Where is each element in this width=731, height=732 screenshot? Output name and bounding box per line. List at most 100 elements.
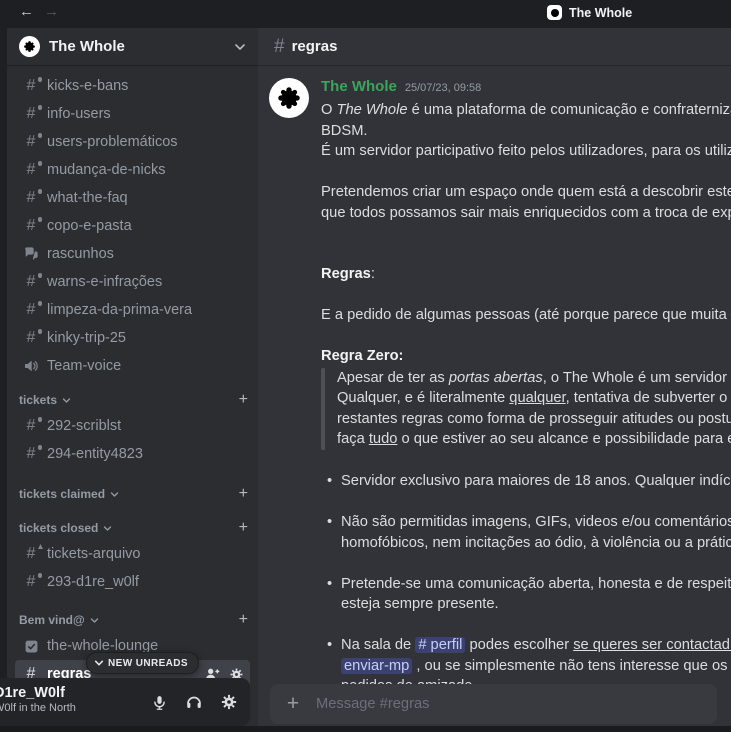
- channel-item-what-the-faq[interactable]: #what-the-faq: [15, 184, 250, 212]
- mention-chip[interactable]: # perfil: [415, 637, 465, 653]
- hash-dot-icon: #: [21, 218, 41, 234]
- blank-line: [321, 244, 731, 265]
- chat-panel: # regras The Whole 25/07/23, 09:58 O The…: [258, 28, 731, 732]
- channel-item-warns-e-infra-es[interactable]: #warns-e-infrações: [15, 268, 250, 296]
- server-rail-sliver: [0, 28, 7, 732]
- chevron-down-icon: [90, 616, 99, 625]
- forum-icon: [21, 246, 41, 262]
- message-line: esteja sempre presente.: [341, 594, 731, 615]
- message-line: Regras:: [321, 264, 731, 285]
- bullet-dot: •: [327, 471, 332, 492]
- channel-label: 293-d1re_w0lf: [47, 574, 139, 590]
- category-tickets-closed[interactable]: tickets closed +: [7, 516, 258, 540]
- blank-line: [321, 326, 731, 347]
- server-icon: [547, 5, 562, 20]
- channel-item-limpeza-da-prima-vera[interactable]: #limpeza-da-prima-vera: [15, 296, 250, 324]
- channel-item-mudan-a-de-nicks[interactable]: #mudança-de-nicks: [15, 156, 250, 184]
- new-unreads-pill[interactable]: NEW UNREADS: [86, 652, 199, 674]
- avatar[interactable]: [269, 78, 309, 118]
- message-line: enviar-mp , ou se simplesmente não tens …: [341, 656, 731, 677]
- category-label: tickets: [19, 393, 57, 407]
- message-line: BDSM.: [321, 121, 731, 142]
- back-arrow-icon[interactable]: ←: [19, 3, 34, 20]
- channel-item-294-entity4823[interactable]: #294-entity4823: [15, 440, 250, 468]
- channel-label: info-users: [47, 106, 111, 122]
- channel-label: kicks-e-bans: [47, 78, 128, 94]
- blank-line: [321, 492, 731, 513]
- create-channel-plus-icon[interactable]: +: [239, 611, 248, 629]
- create-channel-plus-icon[interactable]: +: [239, 391, 248, 409]
- user-panel: D1re_W0lf W0lf in the North: [0, 678, 250, 726]
- microphone-icon[interactable]: [151, 694, 168, 711]
- channel-item-tickets-arquivo[interactable]: # tickets-arquivo: [15, 540, 250, 568]
- voice-icon: [21, 358, 41, 374]
- message-line: restantes regras como forma de prossegui…: [337, 409, 731, 430]
- paragraph: Pretendemos criar um espaço onde quem es…: [321, 182, 731, 223]
- message-composer[interactable]: + Message #regras: [270, 684, 717, 724]
- message-content: O The Whole é uma plataforma de comunica…: [321, 100, 731, 710]
- channel-item-kicks-e-bans[interactable]: #kicks-e-bans: [15, 72, 250, 100]
- message-line: É um servidor participativo feito pelos …: [321, 141, 731, 162]
- message-line: •Não são permitidas imagens, GIFs, video…: [341, 512, 731, 533]
- message-input[interactable]: Message #regras: [316, 696, 717, 712]
- blank-line: [321, 285, 731, 306]
- list-gap: [7, 506, 258, 516]
- chevron-down-icon: [94, 658, 104, 668]
- category-bem-vind-[interactable]: Bem vind@ +: [7, 608, 258, 632]
- server-avatar-icon: [19, 36, 40, 57]
- category-tickets-claimed[interactable]: tickets claimed +: [7, 482, 258, 506]
- hash-dot-icon: #: [21, 446, 41, 462]
- gear-icon[interactable]: [220, 693, 238, 711]
- channel-item-293-d1re-w0lf[interactable]: #293-d1re_w0lf: [15, 568, 250, 596]
- message-timestamp: 25/07/23, 09:58: [405, 82, 481, 94]
- channel-label: what-the-faq: [47, 190, 128, 206]
- create-channel-plus-icon[interactable]: +: [239, 519, 248, 537]
- forward-arrow-icon[interactable]: →: [44, 3, 59, 20]
- create-channel-plus-icon[interactable]: +: [239, 485, 248, 503]
- bullet-dot: •: [327, 512, 332, 533]
- splat-icon: [274, 83, 304, 113]
- message-author[interactable]: The Whole: [321, 78, 397, 95]
- server-header-dropdown[interactable]: The Whole: [7, 28, 258, 66]
- channel-label: tickets-arquivo: [47, 546, 140, 562]
- category-tickets[interactable]: tickets +: [7, 388, 258, 412]
- hash-dot-icon: #: [21, 330, 41, 346]
- channel-label: Team-voice: [47, 358, 121, 374]
- channel-item-rascunhos[interactable]: rascunhos: [15, 240, 250, 268]
- chevron-down-icon: [103, 524, 112, 533]
- bullet-item: •Não são permitidas imagens, GIFs, video…: [321, 512, 731, 553]
- message-line: •Servidor exclusivo para maiores de 18 a…: [341, 471, 731, 492]
- list-gap: [7, 596, 258, 608]
- hash-dot-icon: #: [21, 274, 41, 290]
- chevron-down-icon: [234, 41, 246, 53]
- splat-icon: [22, 39, 37, 54]
- hash-dot-icon: #: [21, 106, 41, 122]
- attach-plus-icon[interactable]: +: [270, 692, 316, 716]
- headphones-icon[interactable]: [185, 693, 203, 711]
- message-line: Apesar de ter as portas abertas, o The W…: [337, 368, 731, 389]
- channel-item-292-scriblst[interactable]: #292-scriblst: [15, 412, 250, 440]
- message-line: que todos possamos sair mais enriquecido…: [321, 203, 731, 224]
- window-bottom-edge: [0, 726, 731, 732]
- channel-item-info-users[interactable]: # info-users: [15, 100, 250, 128]
- blank-line: [321, 223, 731, 244]
- channel-sidebar: The Whole #kicks-e-bans#info-users#users…: [7, 28, 258, 732]
- user-identity[interactable]: D1re_W0lf W0lf in the North: [0, 684, 76, 715]
- channel-label: 294-entity4823: [47, 446, 143, 462]
- channel-label: kinky-trip-25: [47, 330, 126, 346]
- channel-item-copo-e-pasta[interactable]: #copo-e-pasta: [15, 212, 250, 240]
- category-label: tickets closed: [19, 521, 98, 535]
- channel-item-users-problem-ticos[interactable]: #users-problemáticos: [15, 128, 250, 156]
- message-line: homofóbicos, nem incitações ao ódio, à v…: [341, 533, 731, 554]
- paragraph: E a pedido de algumas pessoas (até porqu…: [321, 305, 731, 326]
- hash-lock-icon: #: [21, 546, 41, 562]
- channel-item-kinky-trip-25[interactable]: # kinky-trip-25: [15, 324, 250, 352]
- hash-dot-icon: #: [21, 574, 41, 590]
- channel-item-team-voice[interactable]: Team-voice: [15, 352, 250, 380]
- mention-chip[interactable]: enviar-mp: [341, 658, 412, 674]
- chevron-down-icon: [62, 396, 71, 405]
- new-unreads-label: NEW UNREADS: [108, 658, 188, 669]
- paragraph: Regras:: [321, 264, 731, 285]
- list-gap: [7, 380, 258, 388]
- message-line: E a pedido de algumas pessoas (até porqu…: [321, 305, 731, 326]
